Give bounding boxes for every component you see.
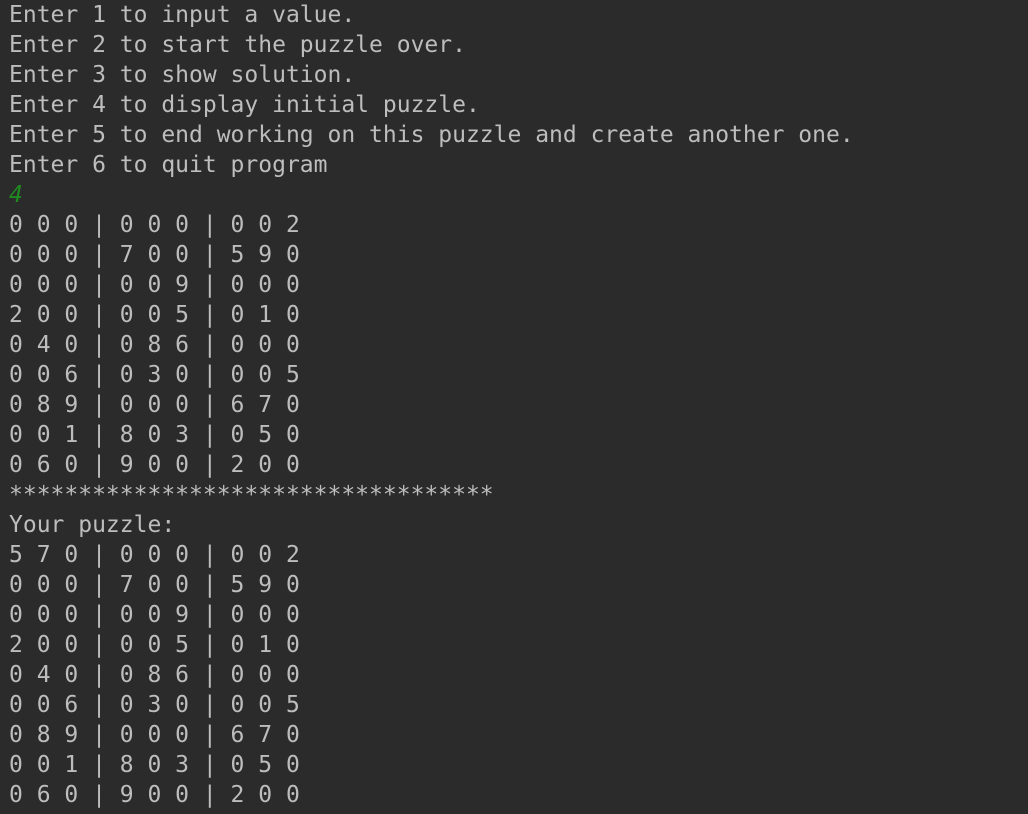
menu-line-1: Enter 1 to input a value. (9, 2, 356, 28)
your-puzzle-row-8: 0 0 1 | 8 0 3 | 0 5 0 (9, 752, 300, 778)
your-puzzle-row-3: 0 0 0 | 0 0 9 | 0 0 0 (9, 602, 300, 628)
your-puzzle-row-6: 0 0 6 | 0 3 0 | 0 0 5 (9, 692, 300, 718)
user-input-echo: 4 (9, 182, 23, 208)
initial-puzzle-row-7: 0 8 9 | 0 0 0 | 6 7 0 (9, 392, 300, 418)
initial-puzzle-row-2: 0 0 0 | 7 0 0 | 5 9 0 (9, 242, 300, 268)
menu-line-3: Enter 3 to show solution. (9, 62, 356, 88)
your-puzzle-row-4: 2 0 0 | 0 0 5 | 0 1 0 (9, 632, 300, 658)
initial-puzzle-row-5: 0 4 0 | 0 8 6 | 0 0 0 (9, 332, 300, 358)
your-puzzle-row-9: 0 6 0 | 9 0 0 | 2 0 0 (9, 782, 300, 808)
initial-puzzle-row-9: 0 6 0 | 9 0 0 | 2 0 0 (9, 452, 300, 478)
initial-puzzle-row-4: 2 0 0 | 0 0 5 | 0 1 0 (9, 302, 300, 328)
your-puzzle-row-7: 0 8 9 | 0 0 0 | 6 7 0 (9, 722, 300, 748)
menu-line-2: Enter 2 to start the puzzle over. (9, 32, 466, 58)
menu-line-5: Enter 5 to end working on this puzzle an… (9, 122, 854, 148)
initial-puzzle-row-6: 0 0 6 | 0 3 0 | 0 0 5 (9, 362, 300, 388)
separator-line: *********************************** (9, 482, 494, 508)
your-puzzle-row-1: 5 7 0 | 0 0 0 | 0 0 2 (9, 542, 300, 568)
initial-puzzle-row-1: 0 0 0 | 0 0 0 | 0 0 2 (9, 212, 300, 238)
your-puzzle-label: Your puzzle: (9, 512, 176, 538)
your-puzzle-row-5: 0 4 0 | 0 8 6 | 0 0 0 (9, 662, 300, 688)
your-puzzle-row-2: 0 0 0 | 7 0 0 | 5 9 0 (9, 572, 300, 598)
menu-line-4: Enter 4 to display initial puzzle. (9, 92, 480, 118)
initial-puzzle-row-3: 0 0 0 | 0 0 9 | 0 0 0 (9, 272, 300, 298)
menu-line-6: Enter 6 to quit program (9, 152, 328, 178)
console-output[interactable]: Enter 1 to input a value. Enter 2 to sta… (0, 0, 1028, 814)
initial-puzzle-row-8: 0 0 1 | 8 0 3 | 0 5 0 (9, 422, 300, 448)
